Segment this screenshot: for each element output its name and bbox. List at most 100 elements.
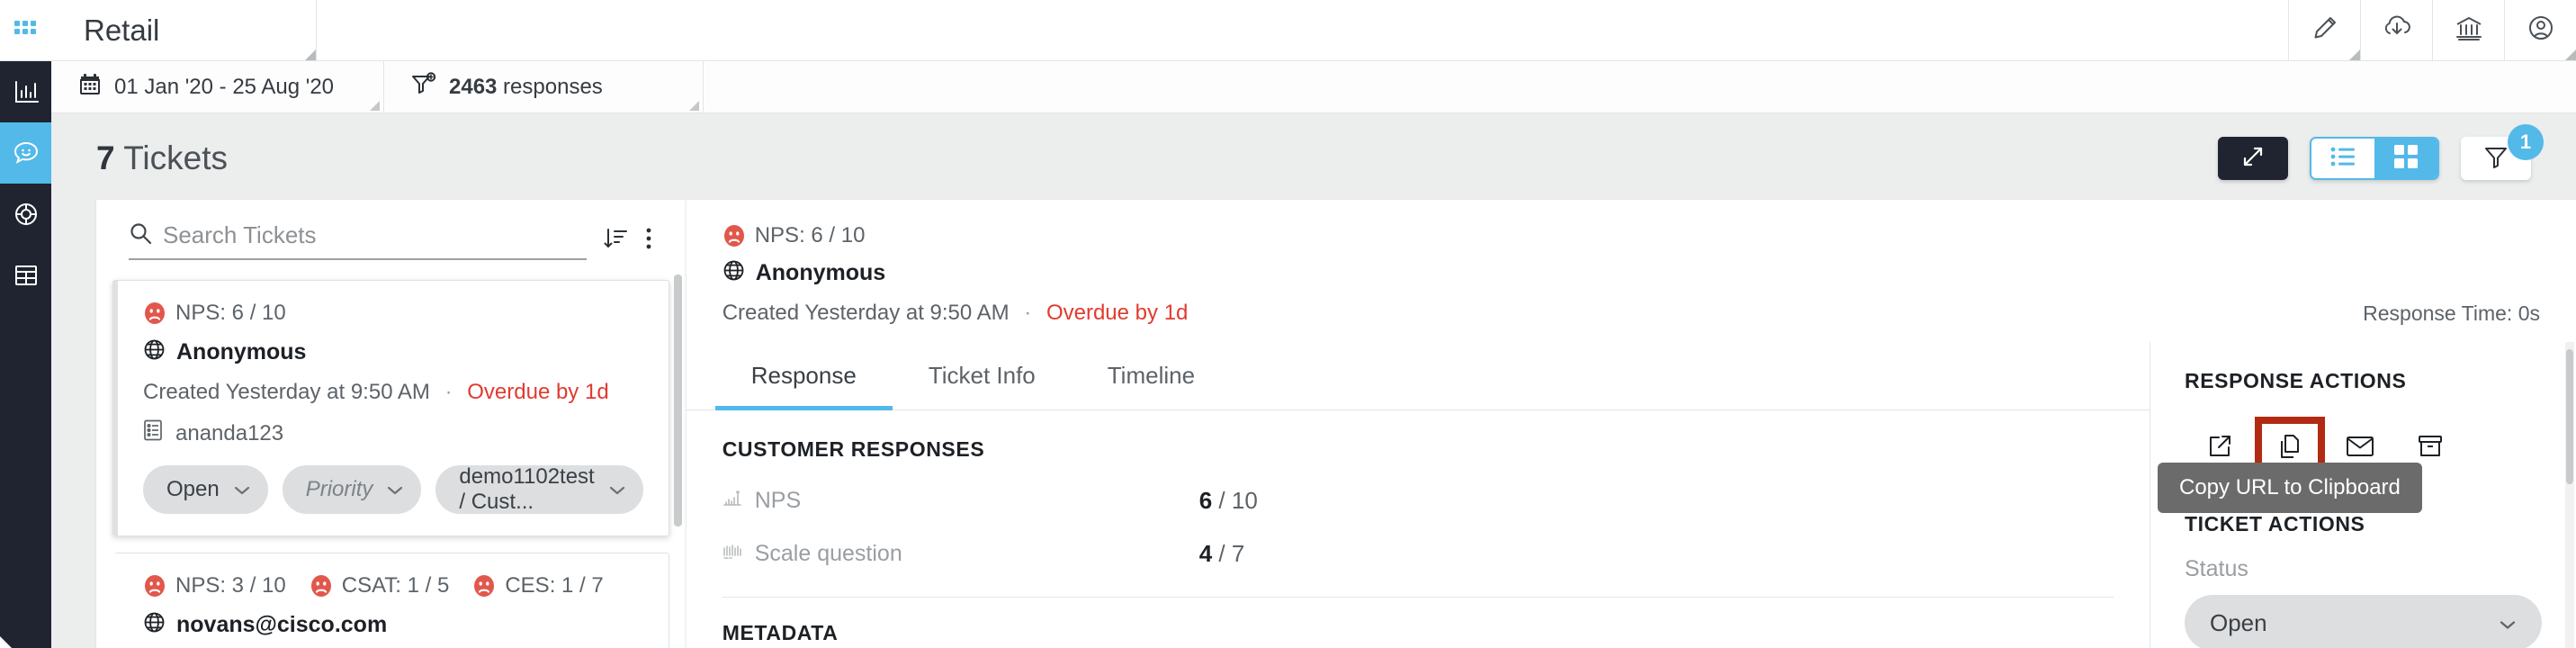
responses-count: 2463 — [449, 74, 498, 99]
expand-arrows-icon — [2240, 144, 2266, 174]
envelope-icon — [2346, 435, 2374, 463]
status-dropdown[interactable]: Open — [143, 465, 268, 514]
score-label: CES: 1 / 7 — [505, 573, 604, 598]
tickets-heading: 7 Tickets — [96, 140, 228, 177]
score-label: NPS: 6 / 10 — [175, 301, 286, 325]
response-row: Scale question 4 / 7 — [723, 540, 2114, 568]
list-item[interactable]: NPS: 6 / 10 Anonymous Created Yesterday … — [112, 280, 669, 536]
sidebar-item-analytics[interactable] — [0, 61, 51, 122]
app-grid-button[interactable] — [0, 0, 51, 61]
status-select[interactable]: Open — [2185, 595, 2542, 648]
response-actions-title: RESPONSE ACTIONS — [2185, 369, 2407, 392]
organization-button[interactable] — [2432, 0, 2504, 60]
sort-button[interactable] — [603, 226, 628, 256]
customer-name: novans@cisco.com — [176, 611, 388, 637]
globe-icon — [143, 611, 166, 638]
ticket-meta: Created Yesterday at 9:50 AM · Overdue b… — [143, 380, 643, 405]
detail-body: Response Ticket Info Timeline CUSTOMER R… — [686, 342, 2576, 648]
date-range-label: 01 Jan '20 - 25 Aug '20 — [114, 74, 335, 99]
sad-face-icon — [472, 574, 496, 598]
responses-filter[interactable]: 2463 responses — [384, 61, 704, 112]
question-label: NPS — [754, 488, 802, 513]
copy-icon — [2276, 432, 2303, 465]
workspace-title-cell[interactable]: Retail — [51, 0, 317, 60]
status-field-label: Status — [2185, 556, 2248, 581]
detail-scores: NPS: 6 / 10 — [723, 223, 2540, 248]
search-row — [96, 200, 686, 260]
account-button[interactable] — [2504, 0, 2576, 60]
left-rail — [0, 0, 51, 648]
responses-filter-corner[interactable] — [689, 101, 699, 111]
detail-meta: Created Yesterday at 9:50 AM · Overdue b… — [723, 301, 2540, 326]
edit-resize-corner[interactable] — [2349, 50, 2360, 60]
sidebar-item-data-table[interactable] — [0, 245, 51, 306]
cloud-download-icon — [2381, 13, 2413, 48]
meta-separator: · — [444, 380, 453, 404]
score-item: NPS: 6 / 10 — [723, 223, 866, 248]
response-row: NPS 6 / 10 — [723, 487, 2114, 515]
priority-dropdown[interactable]: Priority — [282, 465, 422, 514]
scale-bars-icon — [723, 541, 742, 567]
ticket-source: ananda123 — [143, 419, 643, 447]
list-scrollbar[interactable] — [673, 274, 682, 526]
expand-button[interactable] — [2218, 137, 2288, 180]
bank-icon — [2454, 13, 2484, 48]
ticket-customer: Anonymous — [143, 338, 643, 365]
view-controls: 1 — [2218, 124, 2544, 180]
date-range-filter[interactable]: 01 Jan '20 - 25 Aug '20 — [51, 61, 384, 112]
title-resize-corner[interactable] — [305, 50, 316, 60]
assignee-dropdown[interactable]: demo1102test / Cust... — [435, 464, 643, 514]
edit-button[interactable] — [2288, 0, 2360, 60]
question-label: Scale question — [754, 541, 902, 566]
account-resize-corner[interactable] — [2565, 50, 2576, 60]
list-view-button[interactable] — [2311, 139, 2374, 178]
tab-response[interactable]: Response — [714, 342, 893, 410]
scrollbar-thumb[interactable] — [2566, 349, 2573, 484]
overdue-badge: Overdue by 1d — [467, 380, 609, 404]
responses-count-wrap: 2463 responses — [449, 75, 603, 100]
date-filter-corner[interactable] — [370, 101, 380, 111]
search-input[interactable] — [163, 221, 587, 249]
list-item[interactable]: NPS: 3 / 10 CSAT: 1 / 5 CES: 1 / 7 novan… — [112, 553, 669, 648]
globe-icon — [143, 338, 166, 365]
filter-button[interactable]: 1 — [2461, 124, 2544, 180]
chevron-down-icon — [234, 477, 250, 502]
created-text: Created Yesterday at 9:50 AM — [722, 301, 1010, 325]
question-label-wrap: NPS — [723, 488, 1199, 514]
page-title: Retail — [84, 13, 160, 47]
search-field-wrap[interactable] — [129, 221, 587, 260]
tab-timeline[interactable]: Timeline — [1072, 342, 1231, 410]
grid-view-button[interactable] — [2374, 139, 2437, 178]
score-item: NPS: 6 / 10 — [143, 301, 286, 326]
download-button[interactable] — [2360, 0, 2432, 60]
grid-table-icon — [13, 262, 40, 289]
survey-icon — [143, 419, 163, 447]
chevron-down-icon — [609, 477, 625, 502]
response-max: / 7 — [1212, 540, 1245, 567]
ticket-scores: NPS: 3 / 10 CSAT: 1 / 5 CES: 1 / 7 — [143, 573, 643, 598]
sidebar-item-insights[interactable] — [0, 184, 51, 245]
tab-ticket-info[interactable]: Ticket Info — [893, 342, 1072, 410]
score-label: NPS: 6 / 10 — [754, 223, 866, 248]
sidebar-item-feedback[interactable] — [0, 122, 51, 184]
grid-icon — [2394, 144, 2418, 173]
chevron-down-icon — [387, 477, 403, 502]
response-score: 6 — [1198, 487, 1213, 514]
detail-scrollbar[interactable] — [2565, 342, 2574, 648]
metadata-title: METADATA — [722, 621, 839, 644]
rail-resize-corner[interactable] — [0, 636, 12, 648]
view-toggle-group — [2310, 137, 2439, 180]
top-bar-actions — [2288, 0, 2576, 60]
customer-name: Anonymous — [755, 259, 886, 285]
tickets-count: 7 — [96, 140, 115, 176]
list-more-button[interactable] — [644, 226, 653, 256]
archive-icon — [2417, 434, 2444, 464]
response-max: / 10 — [1212, 487, 1258, 514]
meta-separator: · — [1024, 301, 1032, 325]
list-icon — [2330, 146, 2356, 172]
search-icon — [129, 221, 152, 249]
question-label-wrap: Scale question — [723, 541, 1199, 567]
calendar-icon — [78, 72, 102, 102]
sad-face-icon — [310, 574, 333, 598]
detail-main: Response Ticket Info Timeline CUSTOMER R… — [686, 342, 2150, 648]
